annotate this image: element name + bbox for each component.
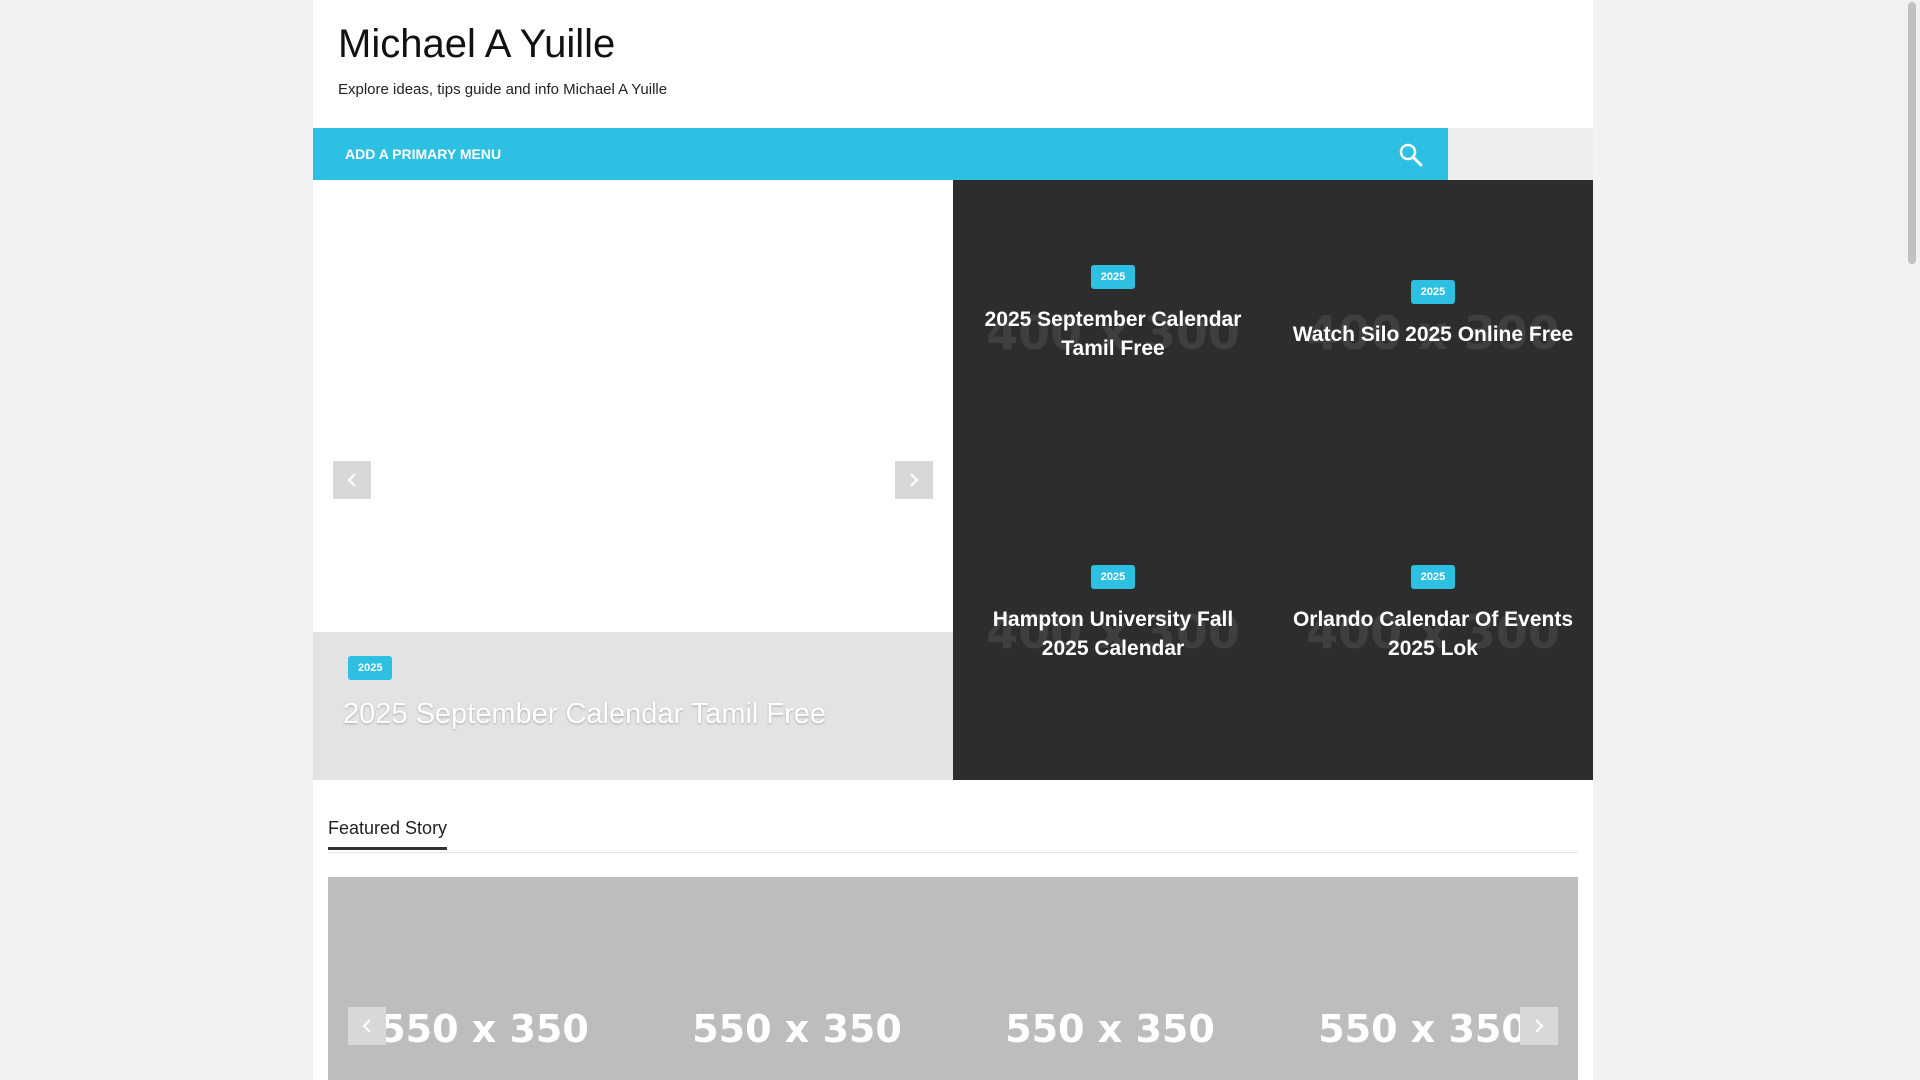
scrollbar-thumb[interactable] xyxy=(1908,2,1916,264)
grid-tile[interactable]: 400 x 300 2025 Hampton University Fall 2… xyxy=(953,480,1273,780)
add-primary-menu-link[interactable]: ADD A PRIMARY MENU xyxy=(345,146,501,162)
nav-bar-filler xyxy=(1448,128,1593,180)
featured-section-header: Featured Story xyxy=(328,818,1578,853)
chevron-left-icon xyxy=(362,1019,371,1033)
carousel-prev-button[interactable] xyxy=(348,1007,386,1045)
site-description: Explore ideas, tips guide and info Micha… xyxy=(338,81,668,98)
featured-carousel: 550 x 350 550 x 350 550 x 350 550 x 350 xyxy=(328,877,1578,1080)
carousel-item[interactable]: 550 x 350 xyxy=(641,1007,953,1051)
slide-category-badge[interactable]: 2025 xyxy=(348,656,393,680)
tile-category-badge[interactable]: 2025 xyxy=(1410,565,1456,589)
featured-grid: 400 x 300 2025 2025 September Calendar T… xyxy=(953,180,1593,780)
carousel-item[interactable]: 550 x 350 xyxy=(954,1007,1266,1051)
slider-next-button[interactable] xyxy=(895,461,933,499)
main-slider: 2025 2025 September Calendar Tamil Free xyxy=(313,180,953,780)
search-icon[interactable] xyxy=(1396,140,1426,170)
tile-title[interactable]: Orlando Calendar Of Events 2025 Lok xyxy=(1273,605,1593,663)
tile-category-badge[interactable]: 2025 xyxy=(1090,565,1136,589)
page-scrollbar[interactable] xyxy=(1904,0,1920,1080)
grid-tile[interactable]: 400 x 300 2025 Watch Silo 2025 Online Fr… xyxy=(1273,180,1593,480)
tile-title[interactable]: Hampton University Fall 2025 Calendar xyxy=(953,605,1273,663)
chevron-left-icon xyxy=(347,473,356,487)
slide-title[interactable]: 2025 September Calendar Tamil Free xyxy=(343,698,826,731)
slide-caption: 2025 2025 September Calendar Tamil Free xyxy=(313,632,953,780)
featured-section-title: Featured Story xyxy=(328,818,448,850)
carousel-next-button[interactable] xyxy=(1520,1007,1558,1045)
site-title[interactable]: Michael A Yuille xyxy=(338,22,615,67)
tile-category-badge[interactable]: 2025 xyxy=(1410,280,1456,304)
primary-nav-bar: ADD A PRIMARY MENU xyxy=(313,128,1448,180)
page-container: Michael A Yuille Explore ideas, tips gui… xyxy=(313,0,1593,1080)
grid-tile[interactable]: 400 x 300 2025 2025 September Calendar T… xyxy=(953,180,1273,480)
tile-title[interactable]: 2025 September Calendar Tamil Free xyxy=(953,305,1273,363)
chevron-right-icon xyxy=(910,473,919,487)
slider-prev-button[interactable] xyxy=(333,461,371,499)
grid-tile[interactable]: 400 x 300 2025 Orlando Calendar Of Event… xyxy=(1273,480,1593,780)
tile-category-badge[interactable]: 2025 xyxy=(1090,265,1136,289)
tile-title[interactable]: Watch Silo 2025 Online Free xyxy=(1273,320,1593,349)
chevron-right-icon xyxy=(1535,1019,1544,1033)
